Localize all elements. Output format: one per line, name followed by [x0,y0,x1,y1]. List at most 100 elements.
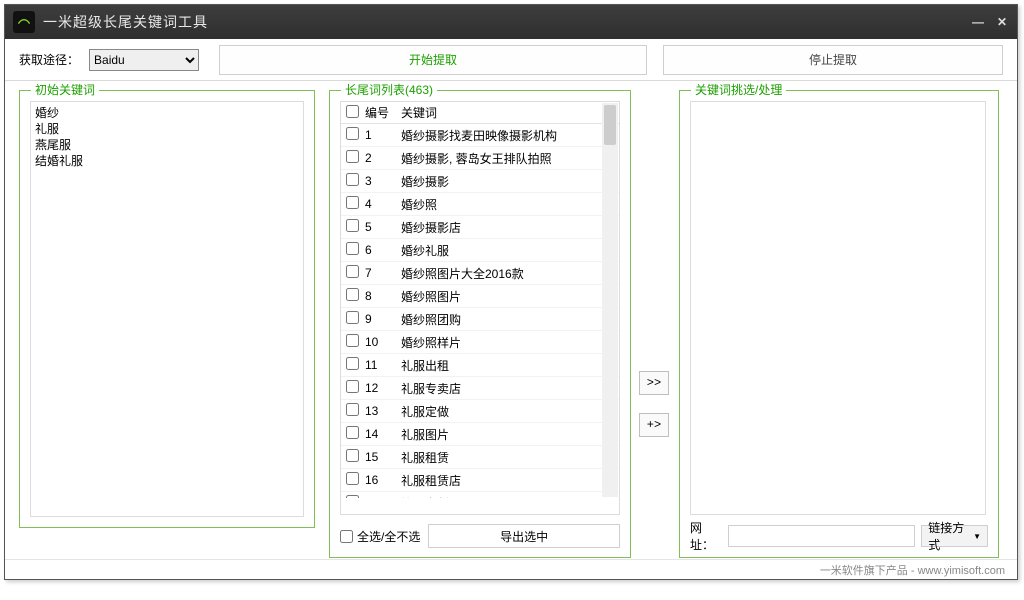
row-keyword: 礼服定做 [397,403,619,420]
initial-keywords-textarea[interactable]: 婚纱礼服燕尾服结婚礼服 [30,101,304,517]
table-header: 编号 关键词 [341,102,619,124]
row-checkbox[interactable] [346,449,359,462]
row-keyword: 婚纱摄影找麦田映像摄影机构 [397,127,619,144]
table-row[interactable]: 3婚纱摄影 [341,170,619,193]
row-index: 8 [363,289,397,303]
table-row[interactable]: 7婚纱照图片大全2016款 [341,262,619,285]
header-checkbox[interactable] [346,105,359,118]
row-index: 4 [363,197,397,211]
row-keyword: 礼服租赁 [397,449,619,466]
row-keyword: 婚纱照团购 [397,311,619,328]
row-checkbox[interactable] [346,311,359,324]
row-keyword: 婚纱摄影, 蓉岛女王排队拍照 [397,150,619,167]
table-row[interactable]: 5婚纱摄影店 [341,216,619,239]
table-row[interactable]: 15礼服租赁 [341,446,619,469]
titlebar: 一米超级长尾关键词工具 — ✕ [5,5,1017,39]
table-row[interactable]: 1婚纱摄影找麦田映像摄影机构 [341,124,619,147]
horizontal-scrollbar[interactable] [341,498,619,514]
row-checkbox[interactable] [346,196,359,209]
minimize-button[interactable]: — [971,15,985,29]
row-keyword: 婚纱礼服 [397,242,619,259]
stop-extract-button[interactable]: 停止提取 [663,45,1003,75]
url-label: 网址： [690,519,722,553]
row-keyword: 礼服专卖店 [397,380,619,397]
app-window: 一米超级长尾关键词工具 — ✕ 获取途径： Baidu 开始提取 停止提取 ww… [4,4,1018,580]
row-checkbox[interactable] [346,426,359,439]
row-checkbox[interactable] [346,380,359,393]
url-input[interactable] [728,525,915,547]
row-checkbox[interactable] [346,288,359,301]
row-keyword: 礼服租赁店 [397,472,619,489]
row-checkbox[interactable] [346,472,359,485]
filter-textarea[interactable] [690,101,986,515]
move-all-button[interactable]: >> [639,371,669,395]
row-index: 15 [363,450,397,464]
initial-keywords-title: 初始关键词 [31,81,99,98]
row-keyword: 礼服图片 [397,426,619,443]
row-index: 12 [363,381,397,395]
row-index: 2 [363,151,397,165]
row-keyword: 婚纱照图片大全2016款 [397,265,619,282]
table-row[interactable]: 10婚纱照样片 [341,331,619,354]
link-mode-button[interactable]: 链接方式 ▼ [921,525,988,547]
row-checkbox[interactable] [346,403,359,416]
row-index: 5 [363,220,397,234]
footer-text: 一米软件旗下产品 - www.yimisoft.com [820,562,1005,578]
row-keyword: 婚纱摄影店 [397,219,619,236]
row-keyword: 婚纱照图片 [397,288,619,305]
table-row[interactable]: 6婚纱礼服 [341,239,619,262]
row-index: 7 [363,266,397,280]
row-checkbox[interactable] [346,150,359,163]
export-selected-button[interactable]: 导出选中 [428,524,620,548]
initial-keywords-panel: 婚纱礼服燕尾服结婚礼服 [19,90,315,528]
app-logo-icon [13,11,35,33]
main-area: www.YuuDnn.com www.YuuDnn.com 初始关键词 婚纱礼服… [5,81,1017,559]
vertical-scrollbar[interactable] [602,103,618,497]
row-index: 16 [363,473,397,487]
table-row[interactable]: 4婚纱照 [341,193,619,216]
select-all-checkbox[interactable]: 全选/全不选 [340,528,420,545]
table-row[interactable]: 11礼服出租 [341,354,619,377]
row-checkbox[interactable] [346,265,359,278]
table-row[interactable]: 8婚纱照图片 [341,285,619,308]
header-keyword: 关键词 [397,104,619,121]
table-row[interactable]: 12礼服专卖店 [341,377,619,400]
row-index: 3 [363,174,397,188]
keyword-table: 编号 关键词 1婚纱摄影找麦田映像摄影机构2婚纱摄影, 蓉岛女王排队拍照3婚纱摄… [340,101,620,515]
footer: 一米软件旗下产品 - www.yimisoft.com [5,559,1017,579]
row-index: 10 [363,335,397,349]
source-label: 获取途径： [19,51,81,68]
row-checkbox[interactable] [346,334,359,347]
keyword-list-panel: 编号 关键词 1婚纱摄影找麦田映像摄影机构2婚纱摄影, 蓉岛女王排队拍照3婚纱摄… [329,90,631,558]
move-one-button[interactable]: +> [639,413,669,437]
filter-panel: 网址： 链接方式 ▼ [679,90,999,558]
filter-panel-title: 关键词挑选/处理 [691,81,786,98]
app-title: 一米超级长尾关键词工具 [43,12,971,32]
row-index: 13 [363,404,397,418]
row-checkbox[interactable] [346,173,359,186]
row-index: 6 [363,243,397,257]
table-row[interactable]: 13礼服定做 [341,400,619,423]
close-button[interactable]: ✕ [995,15,1009,29]
row-checkbox[interactable] [346,242,359,255]
row-checkbox[interactable] [346,127,359,140]
table-row[interactable]: 2婚纱摄影, 蓉岛女王排队拍照 [341,147,619,170]
row-keyword: 婚纱照 [397,196,619,213]
header-index: 编号 [363,104,397,121]
source-select[interactable]: Baidu [89,49,199,71]
row-keyword: 婚纱照样片 [397,334,619,351]
row-checkbox[interactable] [346,219,359,232]
keyword-list-title: 长尾词列表(463) [341,81,437,98]
start-extract-button[interactable]: 开始提取 [219,45,647,75]
table-row[interactable]: 16礼服租赁店 [341,469,619,492]
chevron-down-icon: ▼ [973,532,981,541]
table-row[interactable]: 14礼服图片 [341,423,619,446]
row-index: 9 [363,312,397,326]
row-index: 1 [363,128,397,142]
table-row[interactable]: 9婚纱照团购 [341,308,619,331]
toolbar: 获取途径： Baidu 开始提取 停止提取 [5,39,1017,81]
row-keyword: 礼服出租 [397,357,619,374]
row-checkbox[interactable] [346,357,359,370]
row-keyword: 婚纱摄影 [397,173,619,190]
row-index: 14 [363,427,397,441]
